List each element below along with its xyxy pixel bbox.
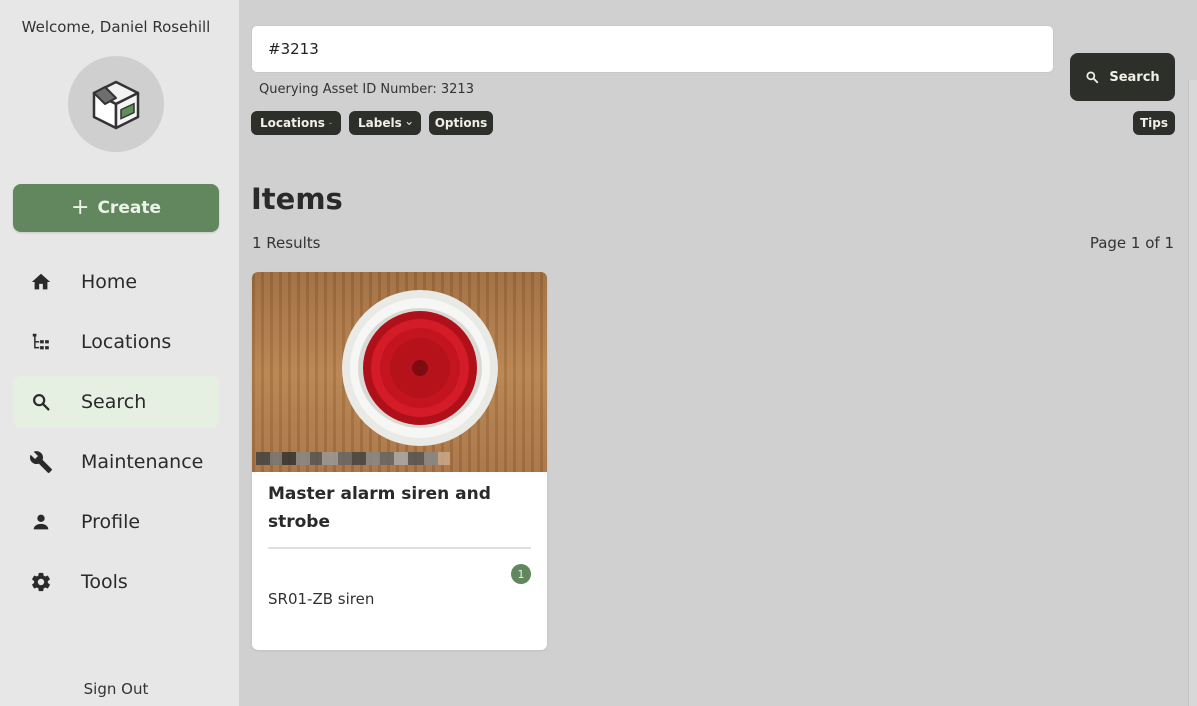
item-name[interactable]: Master alarm siren and strobe xyxy=(268,480,530,536)
locations-filter-button[interactable]: Locations xyxy=(251,111,341,135)
quantity-badge: 1 xyxy=(511,564,531,584)
nav-item-profile[interactable]: Profile xyxy=(13,496,219,548)
options-label: Options xyxy=(434,116,488,130)
results-count: 1 Results xyxy=(252,234,321,252)
item-description: SR01-ZB siren xyxy=(268,590,375,608)
avatar[interactable] xyxy=(68,56,164,152)
nav-item-locations[interactable]: Locations xyxy=(13,316,219,368)
labels-filter-label: Labels xyxy=(358,116,402,130)
nav-item-tools[interactable]: Tools xyxy=(13,556,219,608)
labels-filter-button[interactable]: Labels xyxy=(349,111,421,135)
tips-button[interactable]: Tips xyxy=(1133,111,1175,135)
page-title: Items xyxy=(251,182,343,216)
sidebar: Welcome, Daniel Rosehill + Create Home L… xyxy=(0,0,239,706)
chevron-down-icon xyxy=(329,122,332,124)
search-input[interactable] xyxy=(251,25,1054,73)
scrollbar[interactable] xyxy=(1188,80,1197,706)
home-icon xyxy=(13,271,69,293)
nav-label: Search xyxy=(81,391,147,413)
sign-out-link[interactable]: Sign Out xyxy=(0,680,232,698)
tips-label: Tips xyxy=(1139,116,1169,130)
plus-icon: + xyxy=(71,195,90,220)
nav-item-home[interactable]: Home xyxy=(13,256,219,308)
nav-label: Maintenance xyxy=(81,451,204,473)
card-divider xyxy=(268,547,531,549)
search-icon xyxy=(13,391,69,413)
search-button-label: Search xyxy=(1109,69,1160,85)
nav-item-maintenance[interactable]: Maintenance xyxy=(13,436,219,488)
locations-filter-label: Locations xyxy=(260,116,325,130)
box-logo-icon xyxy=(92,80,140,130)
nav-label: Profile xyxy=(81,511,141,533)
siren-image xyxy=(256,290,498,465)
chevron-down-icon xyxy=(406,121,412,125)
search-icon xyxy=(1086,71,1099,84)
options-button[interactable]: Options xyxy=(429,111,493,135)
sidebar-nav: Home Locations Search Maintenance Profil… xyxy=(13,256,219,616)
welcome-text: Welcome, Daniel Rosehill xyxy=(21,18,211,36)
search-button[interactable]: Search xyxy=(1070,53,1175,101)
wrench-icon xyxy=(13,450,69,474)
tree-icon xyxy=(13,331,69,353)
person-icon xyxy=(13,511,69,533)
nav-label: Home xyxy=(81,271,138,293)
nav-label: Tools xyxy=(81,571,128,593)
create-label: Create xyxy=(97,198,161,218)
nav-item-search[interactable]: Search xyxy=(13,376,219,428)
nav-label: Locations xyxy=(81,331,172,353)
query-hint: Querying Asset ID Number: 3213 xyxy=(259,82,474,97)
gear-icon xyxy=(13,571,69,593)
item-photo xyxy=(252,272,547,472)
item-card[interactable]: Master alarm siren and strobe 1 SR01-ZB … xyxy=(252,272,547,650)
page-indicator: Page 1 of 1 xyxy=(1089,234,1174,252)
create-button[interactable]: + Create xyxy=(13,184,219,232)
